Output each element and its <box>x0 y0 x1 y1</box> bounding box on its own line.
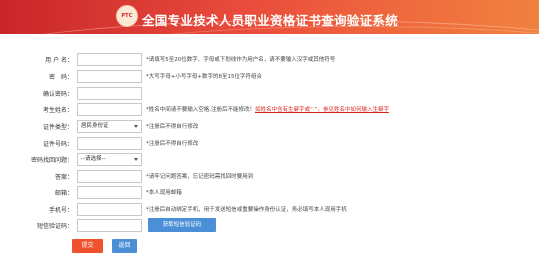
confirm-password-row: 确认密码： <box>0 87 539 100</box>
password-label: 密 码： <box>48 74 73 81</box>
username-row: 用 户 名： *请填写5至20位数字、字母或下划线作为用户名，请不要输入汉字或其… <box>0 53 539 66</box>
security-question-row: 密码找回问题： --请选择-- <box>0 153 539 166</box>
phone-input[interactable] <box>77 203 142 216</box>
security-question-value: --请选择-- <box>81 156 106 162</box>
answer-label: 答案： <box>54 174 73 181</box>
ptc-logo: PTC <box>116 5 138 27</box>
id-type-row: 证件类型： 居民身份证 *注册后不得自行修改 <box>0 120 539 133</box>
password-hint: *大写字母+小写字母+数字的8至15位字符组合 <box>146 74 262 80</box>
id-number-input[interactable] <box>77 137 142 150</box>
name-label: 考生姓名： <box>42 107 73 114</box>
email-input[interactable] <box>77 186 142 199</box>
get-sms-code-button[interactable]: 获取短信验证码 <box>148 218 216 232</box>
security-question-label: 密码找回问题： <box>30 157 73 164</box>
phone-label: 手机号： <box>48 207 73 214</box>
rare-character-link[interactable]: 如姓名中含有生僻字或“·” <box>255 107 317 113</box>
phone-hint: *注册后自动绑定手机，用于发送短信或重要操作身份认证，务必填写本人现用手机 <box>146 207 347 213</box>
id-type-hint: *注册后不得自行修改 <box>146 124 199 130</box>
answer-input[interactable] <box>77 170 142 183</box>
id-type-select[interactable]: 居民身份证 <box>77 120 142 133</box>
email-label: 邮箱： <box>54 190 73 197</box>
id-number-hint: *注册后不得自行修改 <box>146 141 199 147</box>
username-label: 用 户 名： <box>45 57 73 64</box>
chevron-down-icon <box>134 158 138 161</box>
username-input[interactable] <box>77 53 142 66</box>
email-row: 邮箱： *本人现用邮箱 <box>0 186 539 199</box>
confirm-password-label: 确认密码： <box>42 91 73 98</box>
phone-row: 手机号： *注册后自动绑定手机，用于发送短信或重要操作身份认证，务必填写本人现用… <box>0 203 539 216</box>
submit-button[interactable]: 提交 <box>72 239 103 253</box>
username-hint: *请填写5至20位数字、字母或下划线作为用户名，请不要输入汉字或其他符号 <box>146 57 336 63</box>
security-question-select[interactable]: --请选择-- <box>77 153 142 166</box>
name-hint-text: *姓名中间请不要输入空格,注册后不能修改！ <box>146 107 255 113</box>
answer-row: 答案： *请牢记问题答案，忘记密码需找回时要用到 <box>0 170 539 183</box>
confirm-password-input[interactable] <box>77 87 142 100</box>
logo-text: PTC <box>121 13 133 19</box>
name-hint: *姓名中间请不要输入空格,注册后不能修改！如姓名中含有生僻字或“·”，参见姓名中… <box>146 105 389 113</box>
page-header: PTC 全国专业技术人员职业资格证书查询验证系统 <box>0 0 539 34</box>
page-title: 全国专业技术人员职业资格证书查询验证系统 <box>142 13 399 28</box>
id-number-row: 证件号码： *注册后不得自行修改 <box>0 137 539 150</box>
password-row: 密 码： *大写字母+小写字母+数字的8至15位字符组合 <box>0 70 539 83</box>
sms-code-label: 短信验证码： <box>36 223 73 230</box>
sms-code-row: 短信验证码： 获取短信验证码 <box>0 218 539 232</box>
id-type-value: 居民身份证 <box>81 123 109 129</box>
sms-code-input[interactable] <box>77 219 142 232</box>
id-number-label: 证件号码： <box>42 141 73 148</box>
id-type-label: 证件类型： <box>42 124 73 131</box>
name-row: 考生姓名： *姓名中间请不要输入空格,注册后不能修改！如姓名中含有生僻字或“·”… <box>0 103 539 116</box>
name-input[interactable] <box>77 103 142 116</box>
chevron-down-icon <box>134 125 138 128</box>
email-hint: *本人现用邮箱 <box>146 190 182 196</box>
back-button[interactable]: 返回 <box>112 239 137 253</box>
answer-hint: *请牢记问题答案，忘记密码需找回时要用到 <box>146 174 254 180</box>
password-input[interactable] <box>77 70 142 83</box>
rare-character-guide-link[interactable]: ，参见姓名中如何输入生僻字 <box>317 107 389 113</box>
